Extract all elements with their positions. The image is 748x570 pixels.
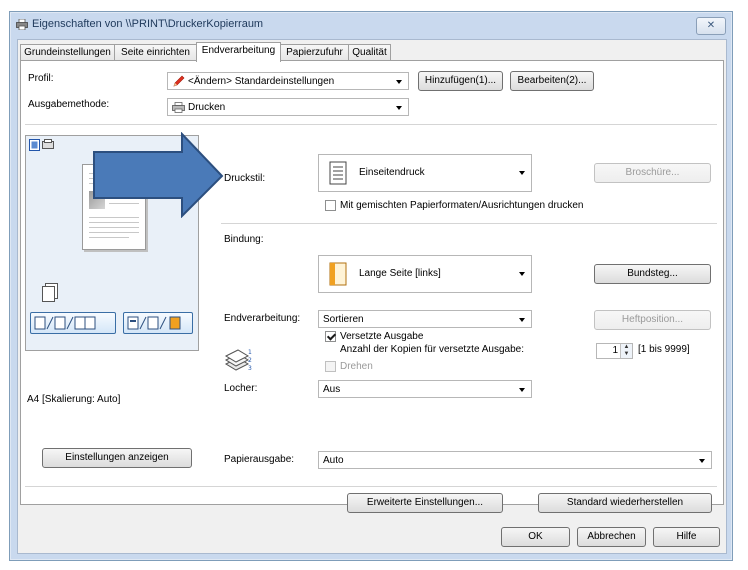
separator [25,124,717,125]
offset-output-label: Versetzte Ausgabe [340,331,424,342]
punch-select[interactable]: Aus [318,380,532,398]
profile-label: Profil: [28,73,54,84]
window-title: Eigenschaften von \\PRINT\DruckerKopierr… [32,18,264,30]
finishing-panel: Profil: <Ändern> Standardeinstellungen H… [20,60,724,513]
output-method-select[interactable]: Drucken [167,98,409,116]
close-button[interactable]: ✕ [696,17,726,35]
restore-defaults-button[interactable]: Standard wiederherstellen [538,493,712,513]
separator [221,223,717,224]
svg-text:3: 3 [248,365,252,372]
paper-output-label: Papierausgabe: [224,454,295,465]
staple-position-button[interactable]: Heftposition... [594,310,711,330]
page-order-icon [34,316,96,330]
printer-icon [16,19,28,30]
preview-line [89,232,139,233]
chevron-down-icon [519,272,525,276]
offset-copies-label: Anzahl der Kopien für versetzte Ausgabe: [340,344,525,355]
svg-text:2: 2 [248,357,252,364]
tab-seite-einrichten[interactable]: Seite einrichten [114,44,197,61]
layout-button-left[interactable] [30,312,116,334]
paper-output-select[interactable]: Auto [318,451,712,469]
binding-value: Lange Seite [links] [359,268,441,279]
punch-value: Aus [323,384,341,395]
tab-qualitaet[interactable]: Qualität [348,44,391,61]
advanced-settings-button[interactable]: Erweiterte Einstellungen... [347,493,503,513]
spin-arrows-icon[interactable]: ▲ ▼ [620,344,632,358]
tab-grundeinstellungen[interactable]: Grundeinstellungen [20,44,115,61]
output-method-value: Drucken [188,102,226,113]
pencil-icon [173,75,185,87]
chevron-down-icon [699,459,705,463]
preview-mode-icon[interactable] [29,139,59,151]
copies-stack-icon [42,283,58,302]
offset-copies-value: 1 [612,345,618,356]
tab-papierzufuhr[interactable]: Papierzufuhr [280,44,349,61]
properties-dialog: Eigenschaften von \\PRINT\DruckerKopierr… [9,11,733,561]
offset-copies-range: [1 bis 9999] [638,344,690,355]
layout-button-right[interactable] [123,312,193,334]
show-settings-button[interactable]: Einstellungen anzeigen [42,448,192,468]
profile-select[interactable]: <Ändern> Standardeinstellungen [167,72,409,90]
punch-label: Locher: [224,383,258,394]
finishing-value: Sortieren [323,314,364,325]
chevron-down-icon [519,171,525,175]
long-edge-left-icon [329,262,347,286]
edit-profile-button[interactable]: Bearbeiten(2)... [510,71,594,91]
tab-endverarbeitung[interactable]: Endverarbeitung [196,42,281,62]
finishing-order-icon [127,316,181,330]
output-method-label: Ausgabemethode: [28,99,110,110]
chevron-down-icon [519,318,525,322]
chevron-down-icon [519,388,525,392]
binding-select[interactable]: Lange Seite [links] [318,255,532,293]
preview-line [89,227,139,228]
chevron-down-icon [396,80,402,84]
dialog-client: Grundeinstellungen Seite einrichten Endv… [17,39,727,554]
offset-copies-stepper[interactable]: 1 ▲ ▼ [596,343,633,359]
finishing-label: Endverarbeitung: [224,313,301,324]
chevron-down-icon [396,106,402,110]
separator [25,486,717,487]
print-style-value: Einseitendruck [359,167,425,178]
add-profile-button[interactable]: Hinzufügen(1)... [418,71,503,91]
mixed-formats-label: Mit gemischten Papierformaten/Ausrichtun… [340,200,584,211]
rotate-checkbox[interactable] [325,361,336,372]
print-style-label: Druckstil: [224,173,266,184]
binding-label: Bindung: [224,234,264,245]
help-button[interactable]: Hilfe [653,527,720,547]
gutter-button[interactable]: Bundsteg... [594,264,711,284]
brochure-button[interactable]: Broschüre... [594,163,711,183]
printer-icon [172,102,185,113]
title-bar[interactable]: Eigenschaften von \\PRINT\DruckerKopierr… [10,12,732,38]
mixed-formats-checkbox[interactable] [325,200,336,211]
profile-value: <Ändern> Standardeinstellungen [188,76,335,87]
ok-button[interactable]: OK [501,527,570,547]
one-sided-icon [329,161,347,185]
preview-line [89,222,139,223]
print-style-select[interactable]: Einseitendruck [318,154,532,192]
collate-icon: 1 2 3 [224,349,252,372]
finishing-select[interactable]: Sortieren [318,310,532,328]
rotate-label: Drehen [340,361,373,372]
paper-output-value: Auto [323,455,344,466]
preview-caption: A4 [Skalierung: Auto] [27,394,121,405]
cancel-button[interactable]: Abbrechen [577,527,646,547]
preview-line [89,237,129,238]
arrow-annotation-icon [93,132,224,218]
offset-output-checkbox[interactable] [325,331,336,342]
svg-text:1: 1 [248,349,252,356]
